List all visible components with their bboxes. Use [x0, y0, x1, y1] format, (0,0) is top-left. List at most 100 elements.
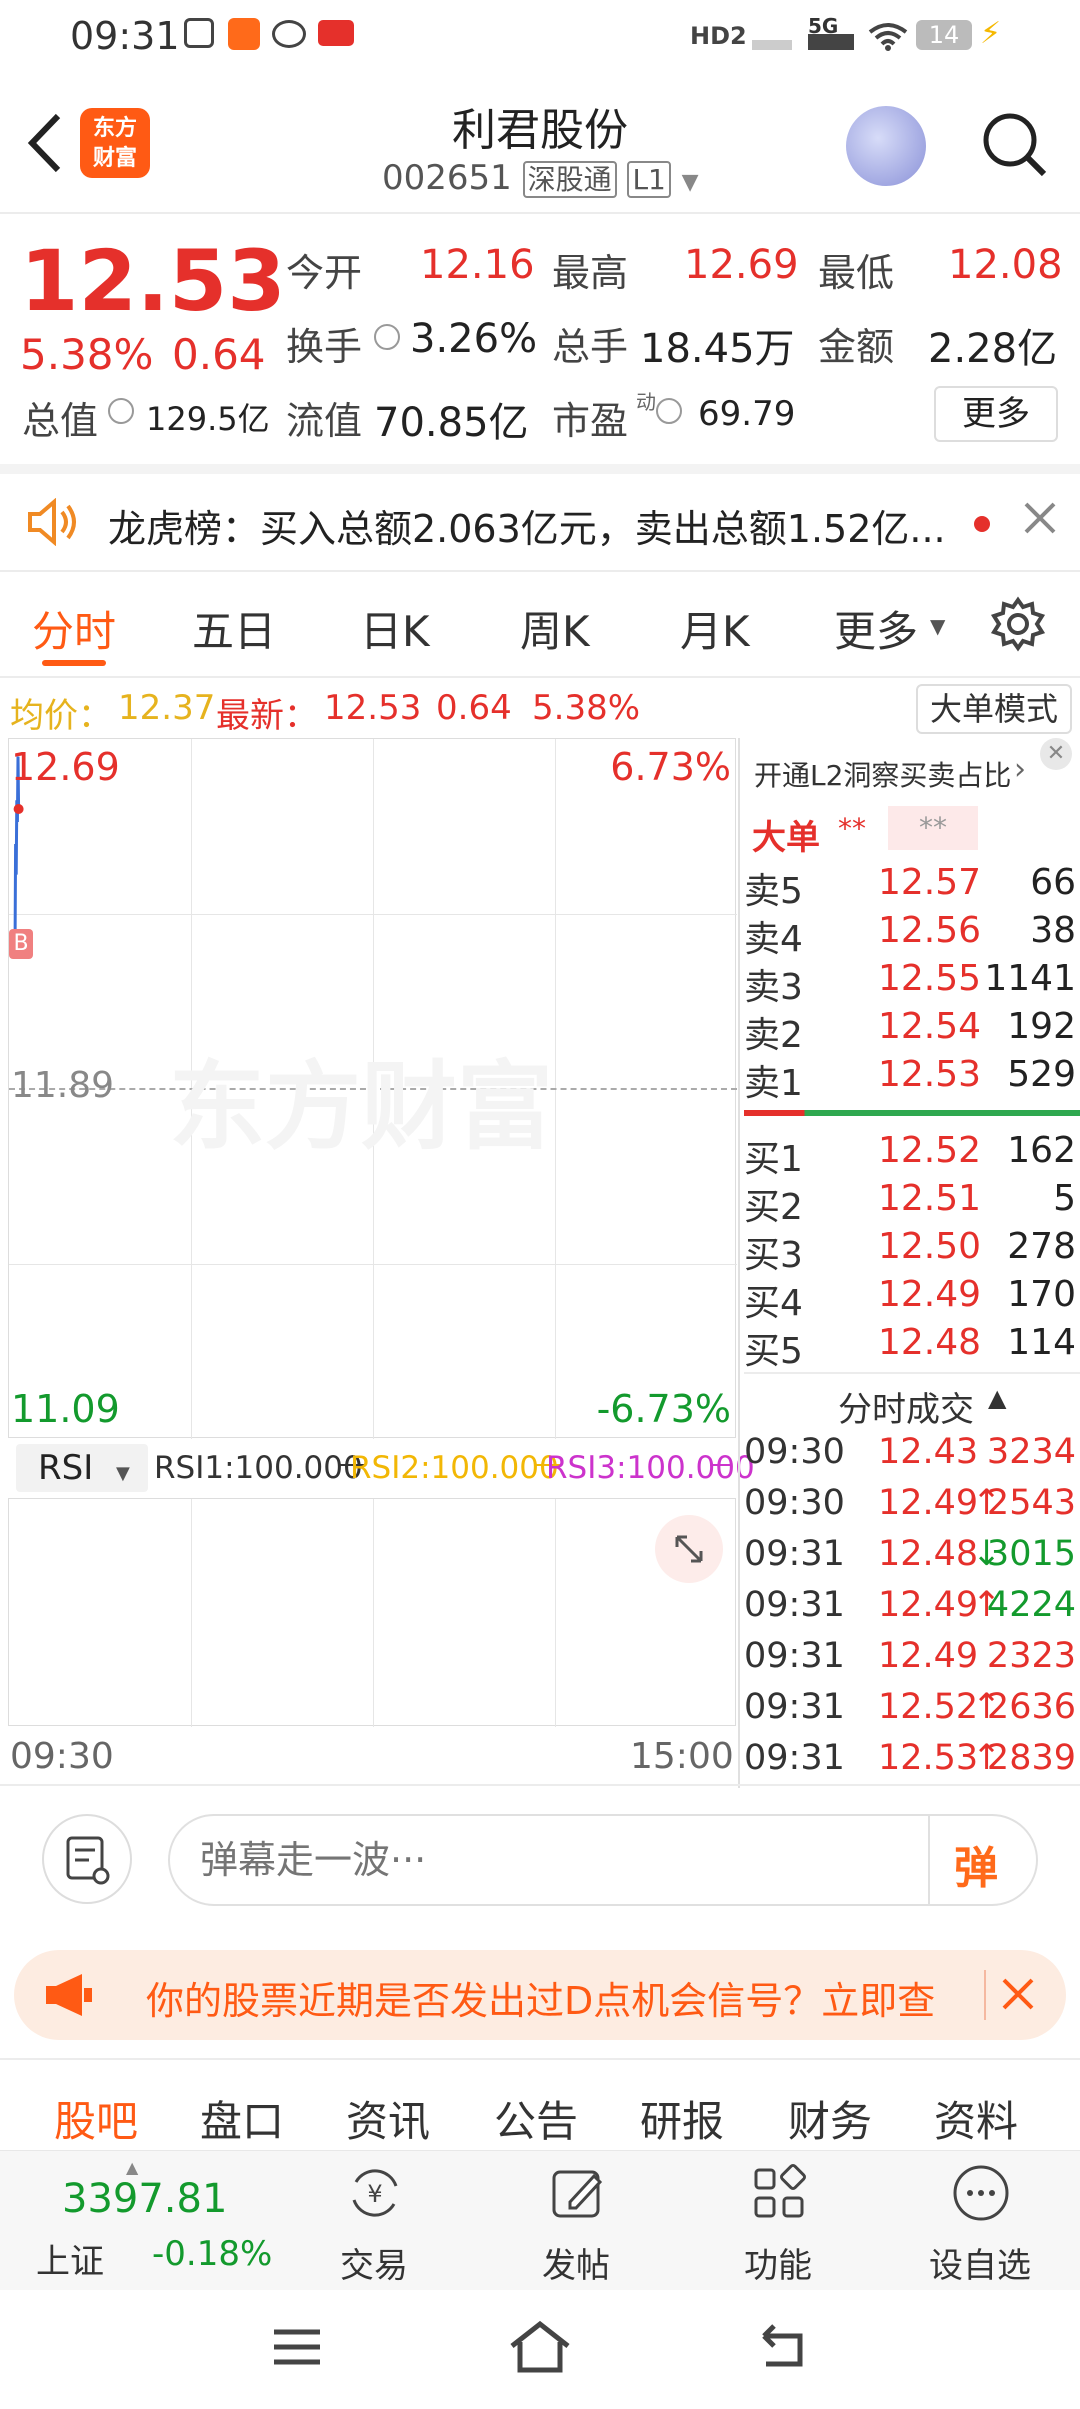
bid-ask-ratio-bar	[744, 1110, 1080, 1116]
charging-icon: ⚡	[980, 16, 1002, 51]
indicator-row: RSI ▼ RSI1:100.000 RSI2:100.000 RSI3:100…	[8, 1440, 755, 1496]
bid-volume: 278	[1007, 1226, 1076, 1267]
promo-close-icon[interactable]: ✕	[1040, 738, 1072, 770]
avg-value: 12.37	[118, 688, 216, 728]
expand-icon[interactable]	[655, 1515, 723, 1583]
tick-price: 12.49	[878, 1585, 979, 1625]
last-change: 0.64	[436, 688, 512, 728]
pe-info-icon[interactable]	[656, 398, 682, 424]
pct-axis-top: 6.73%	[610, 745, 731, 789]
tick-volume: 3234	[986, 1432, 1076, 1472]
ask-row[interactable]: 卖1 12.53 529	[744, 1054, 1080, 1104]
ask-row[interactable]: 卖2 12.54 192	[744, 1006, 1080, 1056]
footer-tab-profile[interactable]: 资料	[934, 2088, 1018, 2149]
rsi3-legend-line	[710, 1464, 732, 1466]
nav-features-label: 功能	[744, 2246, 812, 2286]
info-icon[interactable]	[374, 324, 400, 350]
y-axis-top: 12.69	[11, 745, 120, 789]
intraday-chart[interactable]: 东方财富 B 12.69 11.89 11.09 6.73% -6.73%	[8, 738, 737, 1439]
danmaku-send-button[interactable]: 弹	[954, 1832, 998, 1896]
turnover-label: 换手	[286, 325, 363, 369]
ask-label: 卖1	[744, 1063, 803, 1104]
svg-text:¥: ¥	[367, 2180, 382, 2208]
footer-tab-research[interactable]: 研报	[640, 2088, 724, 2149]
close-icon[interactable]	[1020, 498, 1060, 538]
stock-code: 002651	[382, 158, 512, 198]
mktcap-info-icon[interactable]	[108, 398, 134, 424]
bid-row[interactable]: 买2 12.51 5	[744, 1178, 1080, 1228]
promo-banner[interactable]: 你的股票近期是否发出过D点机会信号？立即查	[14, 1950, 1066, 2040]
indicator-select[interactable]: RSI ▼	[16, 1444, 148, 1492]
amount-value: 2.28亿	[928, 326, 1058, 372]
footer-tab-forum[interactable]: 股吧	[54, 2088, 138, 2149]
stock-code-row[interactable]: 002651 深股通 L1 ▼	[382, 158, 699, 202]
bid-row[interactable]: 买5 12.48 114	[744, 1322, 1080, 1372]
signal-5g-icon	[808, 34, 854, 50]
indicator-chart[interactable]	[8, 1498, 736, 1727]
tab-monthly-k[interactable]: 月K	[680, 598, 750, 659]
ask-row[interactable]: 卖4 12.56 38	[744, 910, 1080, 960]
search-icon[interactable]	[980, 110, 1050, 180]
settings-gear-icon[interactable]	[990, 596, 1046, 652]
input-divider	[928, 1816, 930, 1904]
assistant-robot-icon[interactable]	[846, 106, 926, 186]
index-widget[interactable]: ▲ 3397.81 上证 -0.18%	[0, 2150, 273, 2290]
ask-volume: 66	[1030, 862, 1076, 903]
wifi-icon	[868, 20, 908, 51]
bid-price: 12.48	[878, 1322, 982, 1363]
ask-label: 卖3	[744, 967, 803, 1008]
toutiao-icon	[318, 20, 354, 46]
notice-bar[interactable]: 龙虎榜：买入总额2.063亿元，卖出总额1.52亿...	[0, 474, 1080, 570]
stock-header: 东方 财富 利君股份 002651 深股通 L1 ▼	[0, 86, 1080, 212]
system-nav-bar	[0, 2290, 1080, 2409]
ask-volume: 38	[1030, 910, 1076, 951]
tick-volume: 2323	[986, 1636, 1076, 1676]
l2-promo[interactable]: 开通L2洞察买卖占比 › ✕	[744, 738, 1080, 800]
home-icon[interactable]	[508, 2320, 572, 2374]
promo-close-icon[interactable]	[998, 1974, 1038, 2014]
ask-row[interactable]: 卖3 12.55 1141	[744, 958, 1080, 1008]
footer-tab-announcements[interactable]: 公告	[494, 2088, 578, 2149]
footer-tab-financials[interactable]: 财务	[788, 2088, 872, 2149]
danmaku-settings-icon[interactable]	[42, 1814, 132, 1904]
edit-post-icon	[546, 2162, 608, 2224]
pct-axis-bottom: -6.73%	[596, 1387, 731, 1431]
quote-panel: 12.53 5.38% 0.64 今开 12.16 最高 12.69 最低 12…	[0, 214, 1080, 462]
chevron-right-icon: ›	[1014, 752, 1026, 787]
y-axis-bottom: 11.09	[11, 1387, 120, 1431]
tab-five-day[interactable]: 五日	[192, 598, 276, 659]
indicator-name: RSI	[38, 1448, 94, 1488]
unread-dot	[974, 516, 990, 532]
tab-more[interactable]: 更多	[834, 598, 918, 659]
tab-weekly-k[interactable]: 周K	[520, 598, 590, 659]
more-button[interactable]: 更多	[934, 386, 1058, 442]
index-caret-icon: ▲	[126, 2158, 139, 2177]
bid-price: 12.50	[878, 1226, 982, 1267]
open-value: 12.16	[420, 242, 535, 288]
sync-icon	[272, 20, 306, 48]
footer-tab-news[interactable]: 资讯	[346, 2088, 430, 2149]
big-order-mode-button[interactable]: 大单模式	[916, 684, 1072, 734]
ask-row[interactable]: 卖5 12.57 66	[744, 862, 1080, 912]
bid-row[interactable]: 买3 12.50 278	[744, 1226, 1080, 1276]
tab-intraday[interactable]: 分时	[32, 598, 116, 659]
bid-row[interactable]: 买4 12.49 170	[744, 1274, 1080, 1324]
buy-marker[interactable]: B	[9, 929, 33, 959]
footer-tab-orders[interactable]: 盘口	[200, 2088, 284, 2149]
pe-value: 69.79	[698, 394, 796, 434]
menu-icon[interactable]	[272, 2324, 322, 2370]
bid-volume: 5	[1053, 1178, 1076, 1219]
ticks-title: 分时成交	[838, 1390, 974, 1430]
tab-daily-k[interactable]: 日K	[360, 598, 430, 659]
ticks-header[interactable]: 分时成交 ▲	[744, 1372, 1080, 1430]
index-change: -0.18%	[152, 2234, 273, 2274]
back-nav-icon[interactable]	[754, 2322, 810, 2372]
bid-row[interactable]: 买1 12.52 162	[744, 1130, 1080, 1180]
status-time: 09:31	[70, 14, 180, 58]
tick-volume: 2543	[986, 1483, 1076, 1523]
big-order-row: 大单 ** **	[744, 804, 1080, 858]
x-axis-end: 15:00	[630, 1736, 734, 1777]
ask-volume: 529	[1007, 1054, 1076, 1095]
danmaku-input[interactable]	[200, 1832, 900, 1888]
tick-time: 09:30	[744, 1483, 845, 1523]
